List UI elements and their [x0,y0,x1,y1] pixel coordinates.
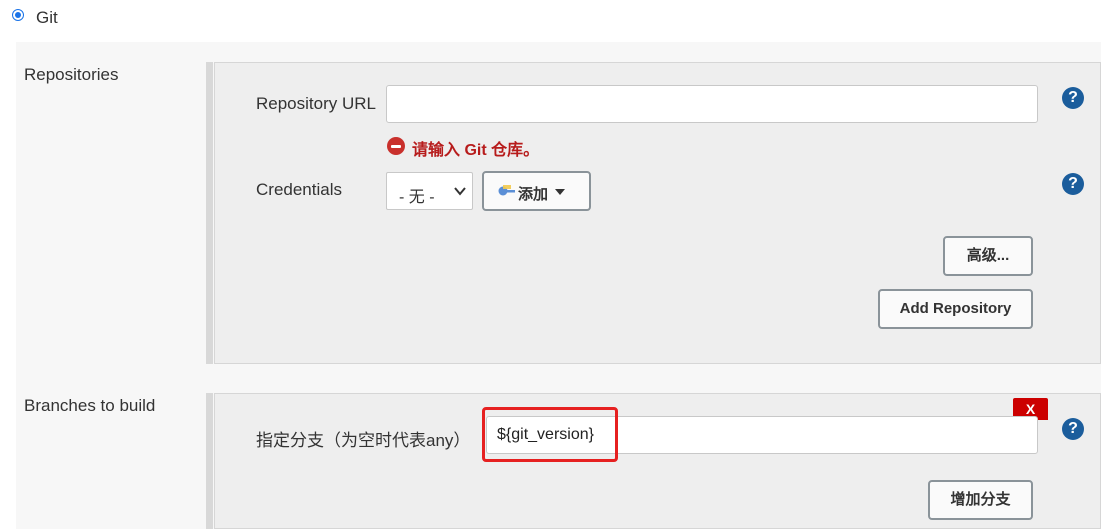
add-credentials-button[interactable]: 添加 [482,171,591,211]
repository-url-help-icon[interactable]: ? [1062,87,1084,109]
error-icon [387,137,405,155]
git-radio-icon[interactable] [12,9,24,21]
git-radio-label[interactable]: Git [36,8,58,28]
branches-to-build-label: Branches to build [24,396,156,415]
branch-specifier-help-icon[interactable]: ? [1062,418,1084,440]
chevron-down-icon [454,187,466,196]
repositories-label: Repositories [24,65,119,84]
key-icon [498,185,515,196]
advanced-button[interactable]: 高级... [943,236,1033,276]
repository-url-error: 请输入 Git 仓库。 [412,142,540,159]
annotation-highlight-box [482,407,618,462]
credentials-help-icon[interactable]: ? [1062,173,1084,195]
branches-box-stripe [206,393,213,529]
add-credentials-label: 添加 [518,186,549,203]
repositories-box-stripe [206,62,213,364]
repository-url-label: Repository URL [256,94,376,113]
dropdown-chevron-icon [555,189,565,195]
credentials-select[interactable]: - 无 - [386,172,473,210]
branch-specifier-label: 指定分支（为空时代表any） [256,431,471,450]
repository-url-input[interactable] [386,85,1038,123]
add-branch-button[interactable]: 增加分支 [928,480,1033,520]
scm-option-row: Git [0,0,1101,42]
add-repository-button[interactable]: Add Repository [878,289,1033,329]
credentials-selected-value: - 无 - [399,189,435,206]
credentials-label: Credentials [256,180,342,199]
